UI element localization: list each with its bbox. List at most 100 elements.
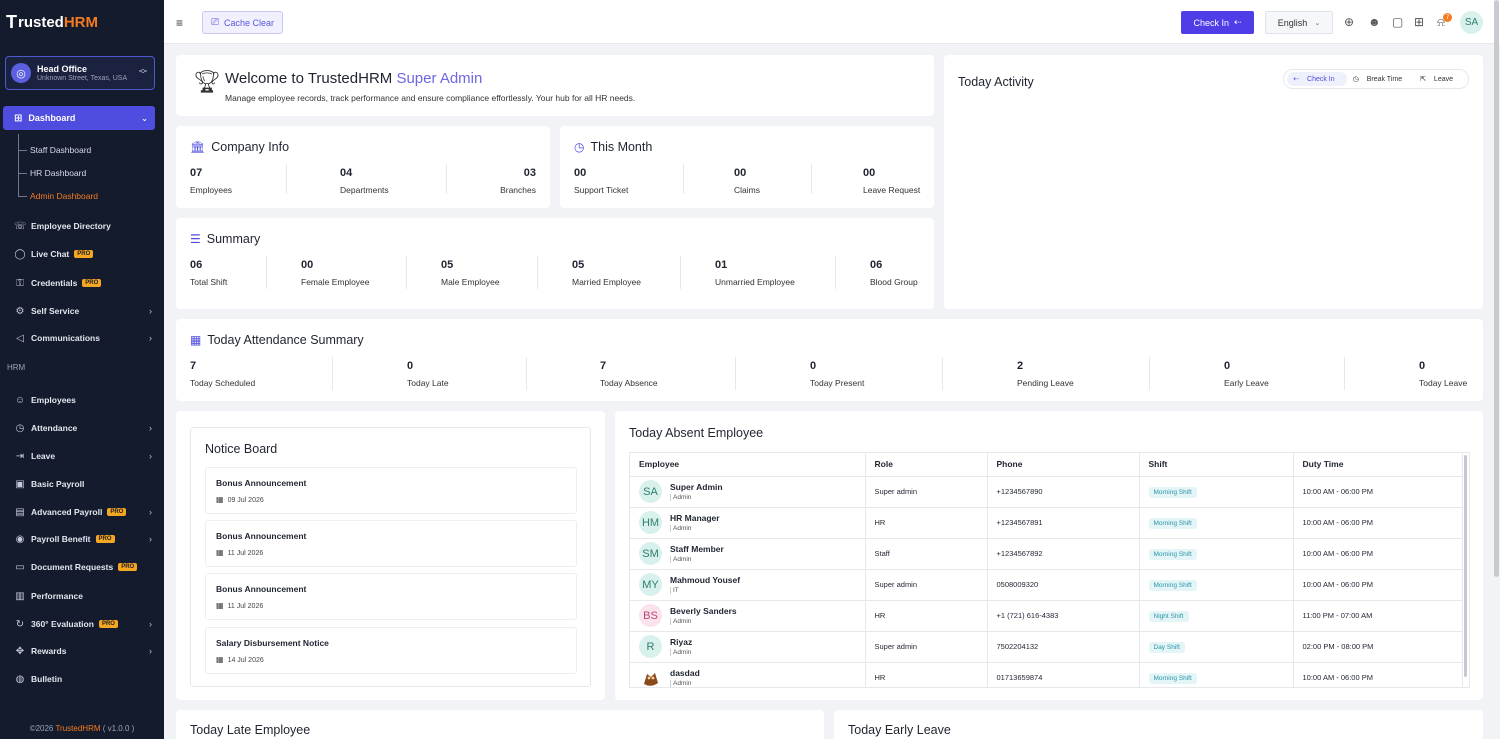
avatar[interactable]: HM [639,511,662,534]
column-header-employee[interactable]: Employee [630,453,866,477]
ticket-icon[interactable]: ☻ [1368,15,1381,29]
page-scrollbar[interactable] [1494,0,1499,577]
column-header-role[interactable]: Role [865,453,988,477]
brand-logo[interactable]: Trusted HRM [0,0,164,44]
office-selector[interactable]: ◎ Head Office Unknown Street, Texas, USA… [5,56,155,90]
avatar[interactable]: SM [639,542,662,565]
sidebar-item-360-evaluation[interactable]: ↻ 360° Evaluation PRO › [14,617,154,631]
table-row[interactable]: HM HR Manager Admin HR +1234567891 Morning Sh… [630,507,1463,539]
sidebar-item-document-requests[interactable]: ▭ Document Requests PRO [14,560,154,574]
stat-value: 05 [441,259,454,271]
check-in-label: Check In [1193,17,1229,28]
employee-name[interactable]: Super Admin [670,482,723,492]
sidebar-footer: ©2026 TrustedHRM ( v1.0.0 ) [0,724,164,733]
sidebar-sub-admin-dashboard[interactable]: Admin Dashboard [30,191,98,201]
sidebar-item-credentials[interactable]: ⚿ Credentials PRO [14,276,154,290]
company-info-card: 🏛︎ Company Info 07 Employees 04 Departments… [176,126,550,208]
message-icon[interactable]: ▢ [1392,15,1403,29]
stat-value: 0 [810,360,817,372]
sidebar-item-performance[interactable]: ▥ Performance [14,589,154,603]
employee-name[interactable]: HR Manager [670,513,720,523]
user-avatar[interactable]: SA [1460,11,1483,34]
notice-item[interactable]: Bonus Announcement ▦ 09 Jul 2026 [205,467,577,514]
sidebar-item-employee-directory[interactable]: ☏ Employee Directory [14,219,154,233]
language-select[interactable]: English ⌄ [1265,11,1333,34]
avatar[interactable]: BS [639,604,662,627]
avatar[interactable]: SA [639,480,662,503]
cache-clear-button[interactable]: ⎚ Cache Clear [202,11,284,34]
tab-break-time[interactable]: ◷ Break Time [1347,72,1414,86]
this-month-card: ◷ This Month 00 Support Ticket 00 Claims 00… [560,126,934,208]
stat-value: 01 [715,259,728,271]
pro-badge: PRO [82,279,102,287]
employee-name[interactable]: Riyaz [670,637,692,647]
stat-value: 7 [190,360,197,372]
notice-item[interactable]: Salary Disbursement Notice ▦ 14 Jul 2026 [205,627,577,674]
pro-badge: PRO [118,563,138,571]
employee-sub: Admin [670,556,724,563]
shift-badge: Morning Shift [1148,549,1197,560]
avatar[interactable] [639,666,662,687]
tab-label: Leave [1433,76,1453,83]
sidebar-item-label: Rewards [31,646,67,656]
employee-name[interactable]: dasdad [670,668,700,678]
employee-name[interactable]: Mahmoud Yousef [670,575,740,585]
sidebar-item-bulletin[interactable]: ◍ Bulletin [14,672,154,686]
pro-badge: PRO [74,250,94,258]
table-row[interactable]: SA Super Admin Admin Super admin +1234567890… [630,476,1463,508]
table-row[interactable]: BS Beverly Sanders Admin HR +1 (721) 616-438… [630,600,1463,632]
employee-name[interactable]: Beverly Sanders [670,606,737,616]
sidebar-item-self-service[interactable]: ⚙ Self Service › [14,304,154,318]
stat-value: 00 [863,167,876,179]
stat-today-leave: 0 Today Leave [1419,360,1467,388]
cell-duty-time: 10:00 AM - 06:00 PM [1293,538,1463,570]
column-header-shift[interactable]: Shift [1139,453,1294,477]
sidebar-item-payroll-benefit[interactable]: ◉ Payroll Benefit PRO › [14,532,154,546]
column-header-duty-time[interactable]: Duty Time [1293,453,1463,477]
sidebar-item-dashboard[interactable]: ⊞ Dashboard ⌄ [3,106,155,130]
sidebar-item-employees[interactable]: ☺ Employees [14,393,154,407]
table-row[interactable]: dasdad Admin HR 01713659874 Morning Shift 10:… [630,662,1463,687]
sidebar-item-rewards[interactable]: ✥ Rewards › [14,644,154,658]
table-scrollbar[interactable] [1464,455,1467,677]
table-row[interactable]: MY Mahmoud Yousef IT Super admin 0508009320 M… [630,569,1463,601]
tab-check-in[interactable]: ⇠ Check In [1287,72,1347,86]
add-icon[interactable]: ⊕ [1344,15,1354,29]
stat-value: 00 [734,167,747,179]
employee-name[interactable]: Staff Member [670,544,724,554]
table-row[interactable]: SM Staff Member Admin Staff +1234567892 Morni… [630,538,1463,570]
stat-label: Today Late [407,378,449,388]
column-header-phone[interactable]: Phone [987,453,1140,477]
sidebar-sub-staff-dashboard[interactable]: Staff Dashboard [30,145,91,155]
apps-icon[interactable]: ⊞ [1414,15,1424,29]
divider [942,357,943,390]
sidebar-sub-hr-dashboard[interactable]: HR Dashboard [30,168,86,178]
footer-brand[interactable]: TrustedHRM [55,724,100,733]
sidebar-item-communications[interactable]: ◁ Communications › [14,331,154,345]
sidebar-item-leave[interactable]: ⇥ Leave › [14,449,154,463]
menu-icon[interactable]: ≡ [176,16,183,30]
logo-mark: T [6,11,17,32]
sidebar-item-advanced-payroll[interactable]: ▤ Advanced Payroll PRO › [14,505,154,519]
sidebar-item-attendance[interactable]: ◷ Attendance › [14,421,154,435]
shift-badge: Night Shift [1148,611,1189,622]
avatar[interactable]: R [639,635,662,658]
table-row[interactable]: R Riyaz Admin Super admin 7502204132 Day Shif… [630,631,1463,663]
welcome-card: 🏆︎ Welcome to TrustedHRM Super Admin Man… [176,55,934,116]
stat-label: Today Present [810,378,865,388]
stat-label: Early Leave [1224,378,1269,388]
cell-employee: SM Staff Member Admin [630,538,866,570]
cell-shift: Morning Shift [1139,662,1294,687]
tab-leave[interactable]: ⇱ Leave [1414,72,1465,86]
cell-role: HR [865,507,988,539]
notice-item[interactable]: Bonus Announcement ▦ 11 Jul 2026 [205,573,577,620]
sidebar-item-live-chat[interactable]: ◯ Live Chat PRO [14,247,154,261]
sidebar-item-basic-payroll[interactable]: ▣ Basic Payroll [14,477,154,491]
shift-badge: Day Shift [1148,642,1185,653]
check-in-button[interactable]: Check In ⇠ [1181,11,1254,34]
shift-badge: Morning Shift [1148,487,1197,498]
notice-item[interactable]: Bonus Announcement ▦ 11 Jul 2026 [205,520,577,567]
stat-value: 7 [600,360,607,372]
avatar[interactable]: MY [639,573,662,596]
summary-card: ☰ Summary 06 Total Shift 00 Female Employee… [176,218,934,309]
